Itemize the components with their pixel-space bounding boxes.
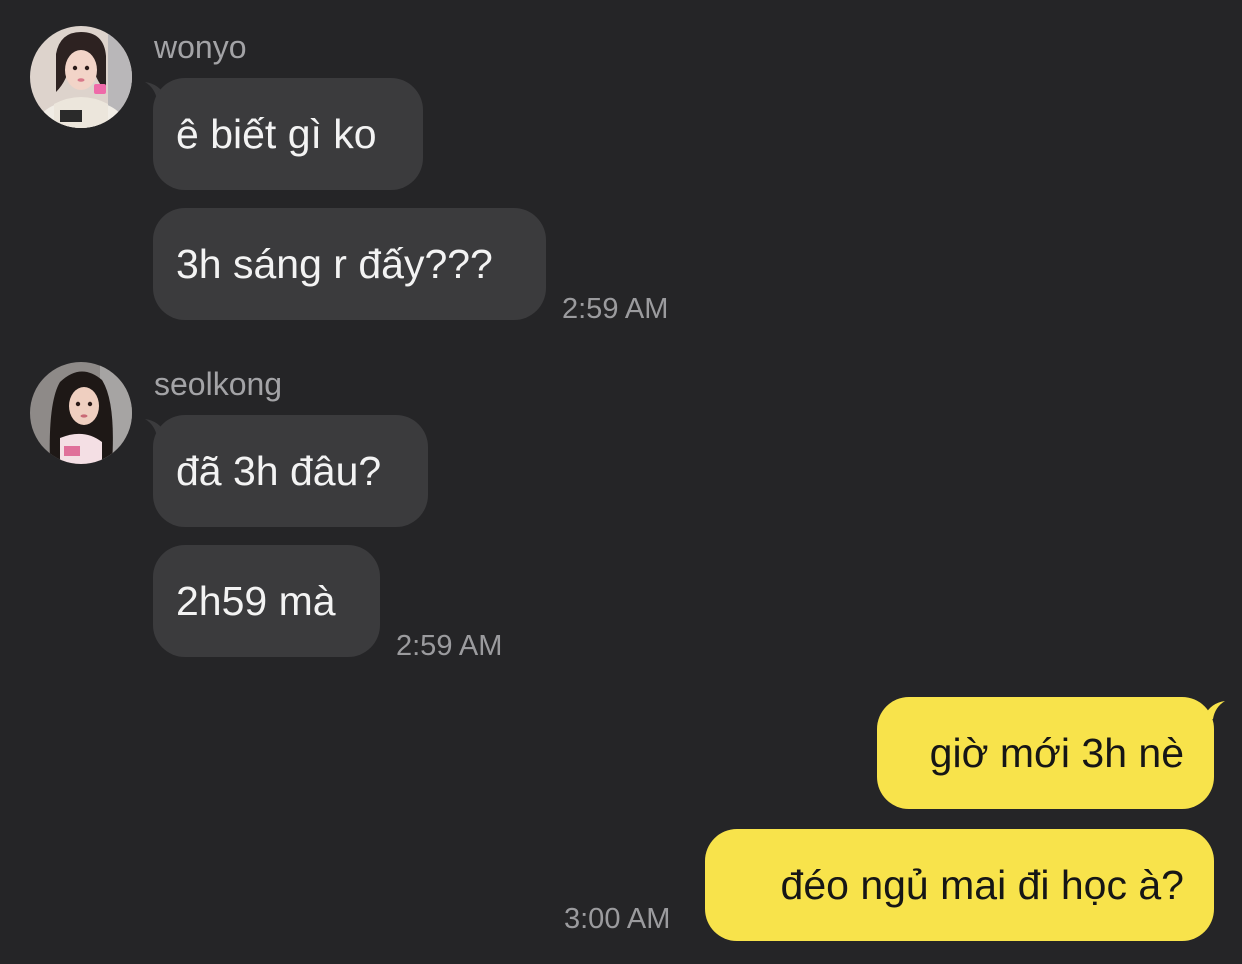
message-text: đéo ngủ mai đi học à?	[780, 861, 1184, 908]
seolkong-avatar[interactable]	[30, 362, 132, 464]
message-timestamp: 3:00 AM	[564, 903, 671, 935]
sender-name-wonyo: wonyo	[154, 29, 247, 65]
message-timestamp: 2:59 AM	[396, 630, 503, 662]
message-text: giờ mới 3h nè	[929, 729, 1184, 776]
message-bubble[interactable]: ê biết gì ko	[153, 78, 423, 190]
message-bubble[interactable]: đéo ngủ mai đi học à?	[705, 829, 1214, 941]
message-bubble[interactable]: 3h sáng r đấy???	[153, 208, 546, 320]
wonyo-avatar[interactable]	[30, 26, 132, 128]
message-bubble[interactable]: 2h59 mà	[153, 545, 380, 657]
message-bubble[interactable]: đã 3h đâu?	[153, 415, 428, 527]
message-text: 3h sáng r đấy???	[176, 240, 493, 287]
sender-name-seolkong: seolkong	[154, 366, 283, 402]
message-bubble[interactable]: giờ mới 3h nè	[877, 697, 1214, 809]
message-text: đã 3h đâu?	[176, 447, 382, 494]
message-text: ê biết gì ko	[176, 110, 377, 157]
message-text: 2h59 mà	[176, 577, 336, 624]
message-timestamp: 2:59 AM	[562, 293, 669, 325]
